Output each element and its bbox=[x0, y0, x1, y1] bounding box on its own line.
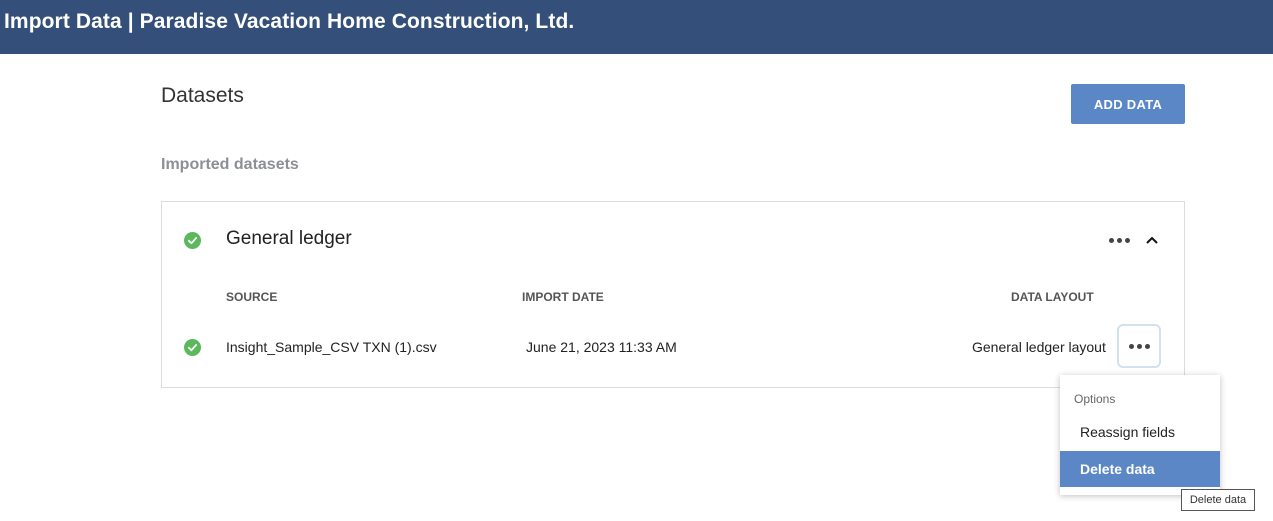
menu-item-delete-data[interactable]: Delete data bbox=[1060, 451, 1220, 487]
chevron-up-icon bbox=[1146, 236, 1158, 244]
column-header-source: SOURCE bbox=[226, 290, 278, 304]
check-circle-icon bbox=[184, 232, 201, 249]
row-source: Insight_Sample_CSV TXN (1).csv bbox=[226, 339, 437, 355]
row-options-button[interactable] bbox=[1117, 324, 1161, 368]
row-data-layout: General ledger layout bbox=[972, 339, 1106, 355]
dataset-more-button[interactable] bbox=[1107, 230, 1131, 250]
more-horizontal-icon bbox=[1128, 343, 1150, 349]
column-header-import-date: IMPORT DATE bbox=[522, 290, 604, 304]
dataset-title: General ledger bbox=[226, 228, 352, 249]
dataset-card: General ledger SOURCE IMPORT DATE DATA L… bbox=[161, 201, 1185, 388]
app-title: Import Data | Paradise Vacation Home Con… bbox=[4, 10, 575, 33]
menu-item-reassign-fields[interactable]: Reassign fields bbox=[1060, 414, 1220, 450]
collapse-button[interactable] bbox=[1142, 230, 1162, 250]
more-horizontal-icon bbox=[1108, 237, 1130, 243]
options-menu: Options Reassign fields Delete data bbox=[1060, 375, 1220, 495]
column-header-data-layout: DATA LAYOUT bbox=[1011, 290, 1094, 304]
options-menu-label: Options bbox=[1074, 392, 1116, 406]
tooltip: Delete data bbox=[1181, 489, 1255, 511]
app-header: Import Data | Paradise Vacation Home Con… bbox=[0, 0, 1273, 54]
check-circle-icon bbox=[184, 339, 201, 356]
add-data-button[interactable]: ADD DATA bbox=[1071, 84, 1185, 124]
row-import-date: June 21, 2023 11:33 AM bbox=[526, 339, 677, 355]
imported-datasets-heading: Imported datasets bbox=[161, 156, 299, 173]
page-title: Datasets bbox=[161, 84, 244, 107]
